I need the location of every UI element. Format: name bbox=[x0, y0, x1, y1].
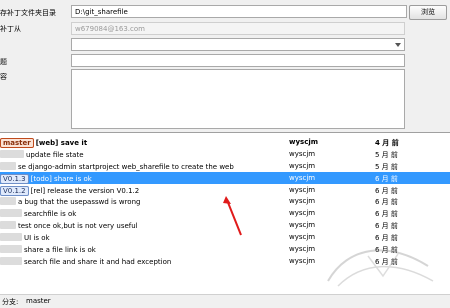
browse-button[interactable]: 浏览 bbox=[409, 5, 447, 20]
status-bar: 分支: master bbox=[0, 294, 450, 308]
patch-from-select[interactable] bbox=[71, 38, 405, 51]
patch-from-label: 补丁从 bbox=[0, 25, 21, 33]
patch-dir-input[interactable]: D:\git_sharefile bbox=[71, 5, 407, 18]
patch-from-input[interactable]: w679084@163.com bbox=[71, 22, 405, 35]
description-label: 容 bbox=[0, 73, 7, 81]
patch-dir-label: 存补丁文件夹目录 bbox=[0, 9, 56, 17]
patch-from-value: w679084@163.com bbox=[75, 25, 145, 33]
branch-value: master bbox=[26, 297, 51, 305]
chevron-down-icon bbox=[395, 43, 401, 47]
title-label: 题 bbox=[0, 58, 7, 66]
title-input[interactable] bbox=[71, 54, 405, 67]
patch-dir-value: D:\git_sharefile bbox=[75, 8, 128, 16]
watermark-graphic bbox=[327, 249, 434, 287]
branch-label: 分支: bbox=[2, 298, 19, 306]
description-textarea[interactable] bbox=[71, 69, 405, 129]
